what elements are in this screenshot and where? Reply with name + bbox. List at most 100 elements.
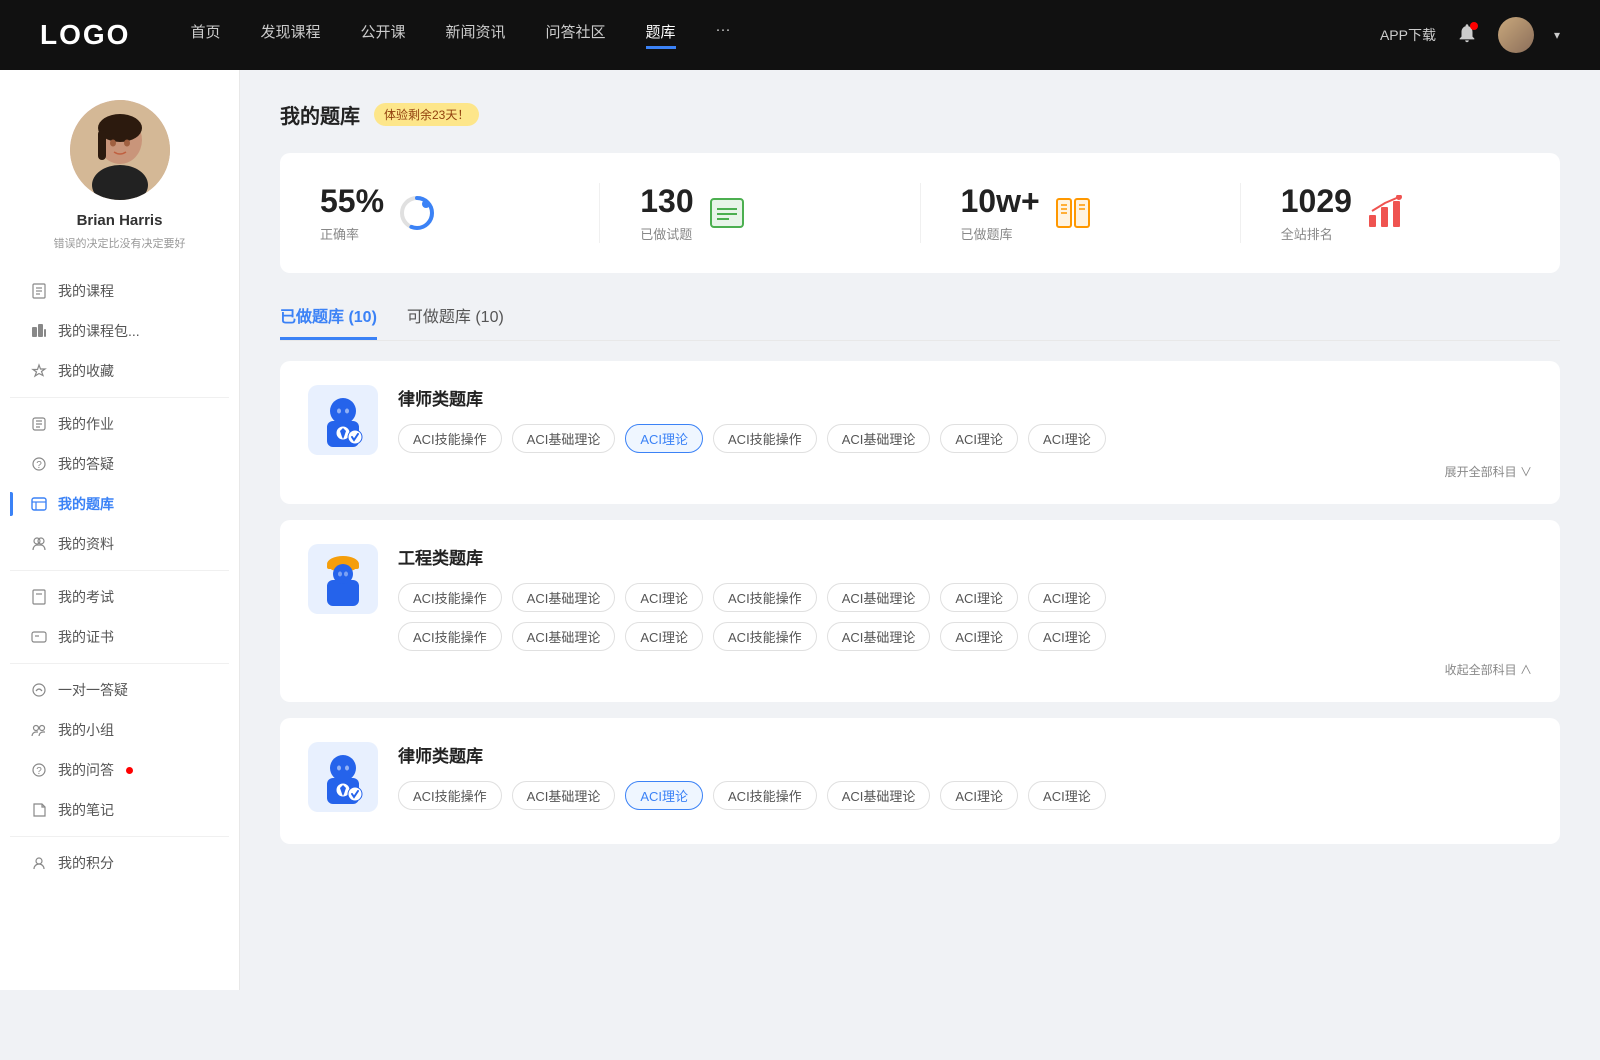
tag-item[interactable]: ACI基础理论 xyxy=(512,583,616,612)
collapse-link-2[interactable]: 收起全部科目 ∧ xyxy=(398,661,1532,678)
sidebar-label: 我的收藏 xyxy=(58,361,114,381)
tag-item[interactable]: ACI理论 xyxy=(1028,424,1106,453)
sidebar-label: 我的积分 xyxy=(58,853,114,873)
tag-item[interactable]: ACI理论 xyxy=(1028,583,1106,612)
materials-icon xyxy=(30,535,48,553)
notification-bell[interactable] xyxy=(1456,22,1478,49)
svg-text:?: ? xyxy=(36,460,42,471)
page-title: 我的题库 xyxy=(280,100,360,129)
sidebar-label: 我的小组 xyxy=(58,720,114,740)
exam-icon xyxy=(30,588,48,606)
user-menu-arrow[interactable]: ▾ xyxy=(1554,28,1560,42)
sidebar-label: 我的笔记 xyxy=(58,800,114,820)
sidebar-item-my-course[interactable]: 我的课程 xyxy=(10,271,229,311)
qbank-icon xyxy=(30,495,48,513)
logo: LOGO xyxy=(40,19,130,51)
sidebar-label: 我的答疑 xyxy=(58,454,114,474)
sidebar-label: 我的课程 xyxy=(58,281,114,301)
tag-item[interactable]: ACI技能操作 xyxy=(398,583,502,612)
qbank-tags-2-row1: ACI技能操作 ACI基础理论 ACI理论 ACI技能操作 ACI基础理论 AC… xyxy=(398,583,1532,612)
qbank-lawyer-icon-3 xyxy=(308,742,378,812)
sidebar-label: 我的证书 xyxy=(58,627,114,647)
tab-done[interactable]: 已做题库 (10) xyxy=(280,303,377,340)
my-qa-icon: ? xyxy=(30,761,48,779)
sidebar-item-homework[interactable]: 我的作业 xyxy=(10,404,229,444)
app-download[interactable]: APP下载 xyxy=(1380,25,1436,45)
tag-item[interactable]: ACI理论 xyxy=(625,622,703,651)
tag-item[interactable]: ACI技能操作 xyxy=(398,424,502,453)
tag-item[interactable]: ACI技能操作 xyxy=(398,781,502,810)
tag-item[interactable]: ACI理论 xyxy=(1028,622,1106,651)
page-wrapper: Brian Harris 错误的决定比没有决定要好 我的课程 我的课程包... … xyxy=(0,70,1600,990)
bell-notification-dot xyxy=(1470,22,1478,30)
rank-icon xyxy=(1366,194,1404,232)
sidebar-label: 我的问答 xyxy=(58,760,114,780)
tag-item-active[interactable]: ACI理论 xyxy=(625,781,703,810)
tag-item[interactable]: ACI技能操作 xyxy=(713,622,817,651)
stat-banks: 10w+ 已做题库 xyxy=(921,183,1241,243)
stat-done-label: 已做试题 xyxy=(640,224,693,243)
tag-item[interactable]: ACI技能操作 xyxy=(713,583,817,612)
favorites-icon xyxy=(30,362,48,380)
nav-home[interactable]: 首页 xyxy=(190,21,220,49)
sidebar-item-favorites[interactable]: 我的收藏 xyxy=(10,351,229,391)
tag-item[interactable]: ACI理论 xyxy=(940,424,1018,453)
tag-item[interactable]: ACI技能操作 xyxy=(713,424,817,453)
qbank-title-1: 律师类题库 xyxy=(398,385,1532,410)
tag-item[interactable]: ACI技能操作 xyxy=(398,622,502,651)
nav-qa[interactable]: 问答社区 xyxy=(546,21,606,49)
sidebar-item-exam[interactable]: 我的考试 xyxy=(10,577,229,617)
qa-icon: ? xyxy=(30,455,48,473)
nav-open-course[interactable]: 公开课 xyxy=(360,21,405,49)
tab-available[interactable]: 可做题库 (10) xyxy=(407,303,504,340)
tag-item[interactable]: ACI理论 xyxy=(1028,781,1106,810)
header: LOGO 首页 发现课程 公开课 新闻资讯 问答社区 题库 ··· APP下载 … xyxy=(0,0,1600,70)
expand-link-1[interactable]: 展开全部科目 ∨ xyxy=(398,463,1532,480)
sidebar-item-materials[interactable]: 我的资料 xyxy=(10,524,229,564)
tag-item[interactable]: ACI基础理论 xyxy=(827,424,931,453)
sidebar-label: 我的题库 xyxy=(58,494,114,514)
sidebar-item-notes[interactable]: 我的笔记 xyxy=(10,790,229,830)
sidebar-divider xyxy=(10,570,229,571)
tag-item[interactable]: ACI基础理论 xyxy=(827,781,931,810)
sidebar-item-cert[interactable]: 我的证书 xyxy=(10,617,229,657)
user-avatar[interactable] xyxy=(1498,17,1534,53)
sidebar-divider xyxy=(10,663,229,664)
qbank-card-lawyer-3: 律师类题库 ACI技能操作 ACI基础理论 ACI理论 ACI技能操作 ACI基… xyxy=(280,718,1560,844)
tag-item[interactable]: ACI理论 xyxy=(940,583,1018,612)
tag-item[interactable]: ACI基础理论 xyxy=(512,781,616,810)
sidebar-item-points[interactable]: 我的积分 xyxy=(10,843,229,883)
stat-accuracy-label: 正确率 xyxy=(320,224,384,243)
points-icon xyxy=(30,854,48,872)
tag-item[interactable]: ACI理论 xyxy=(625,583,703,612)
course-pkg-icon xyxy=(30,322,48,340)
sidebar-avatar xyxy=(70,100,170,200)
nav-more[interactable]: ··· xyxy=(716,21,731,49)
sidebar-item-qbank[interactable]: 我的题库 xyxy=(10,484,229,524)
nav-qbank[interactable]: 题库 xyxy=(646,21,676,49)
tag-item[interactable]: ACI基础理论 xyxy=(512,424,616,453)
stat-rank-label: 全站排名 xyxy=(1281,224,1352,243)
sidebar-item-tutoring[interactable]: 一对一答疑 xyxy=(10,670,229,710)
sidebar-item-group[interactable]: 我的小组 xyxy=(10,710,229,750)
stat-accuracy-text: 55% 正确率 xyxy=(320,183,384,243)
nav-discover[interactable]: 发现课程 xyxy=(260,21,320,49)
tag-item[interactable]: ACI基础理论 xyxy=(827,622,931,651)
sidebar-item-course-pkg[interactable]: 我的课程包... xyxy=(10,311,229,351)
tag-item-active[interactable]: ACI理论 xyxy=(625,424,703,453)
sidebar-item-qa[interactable]: ? 我的答疑 xyxy=(10,444,229,484)
qbank-title-2: 工程类题库 xyxy=(398,544,1532,569)
sidebar-item-my-qa[interactable]: ? 我的问答 xyxy=(10,750,229,790)
stat-done-text: 130 已做试题 xyxy=(640,183,693,243)
tag-item[interactable]: ACI理论 xyxy=(940,622,1018,651)
nav-news[interactable]: 新闻资讯 xyxy=(446,21,506,49)
tag-item[interactable]: ACI理论 xyxy=(940,781,1018,810)
stat-banks-value: 10w+ xyxy=(961,183,1040,220)
notes-icon xyxy=(30,801,48,819)
trial-badge: 体验剩余23天！ xyxy=(374,103,479,126)
tag-item[interactable]: ACI技能操作 xyxy=(713,781,817,810)
stat-rank: 1029 全站排名 xyxy=(1241,183,1560,243)
tutoring-icon xyxy=(30,681,48,699)
tag-item[interactable]: ACI基础理论 xyxy=(512,622,616,651)
tag-item[interactable]: ACI基础理论 xyxy=(827,583,931,612)
